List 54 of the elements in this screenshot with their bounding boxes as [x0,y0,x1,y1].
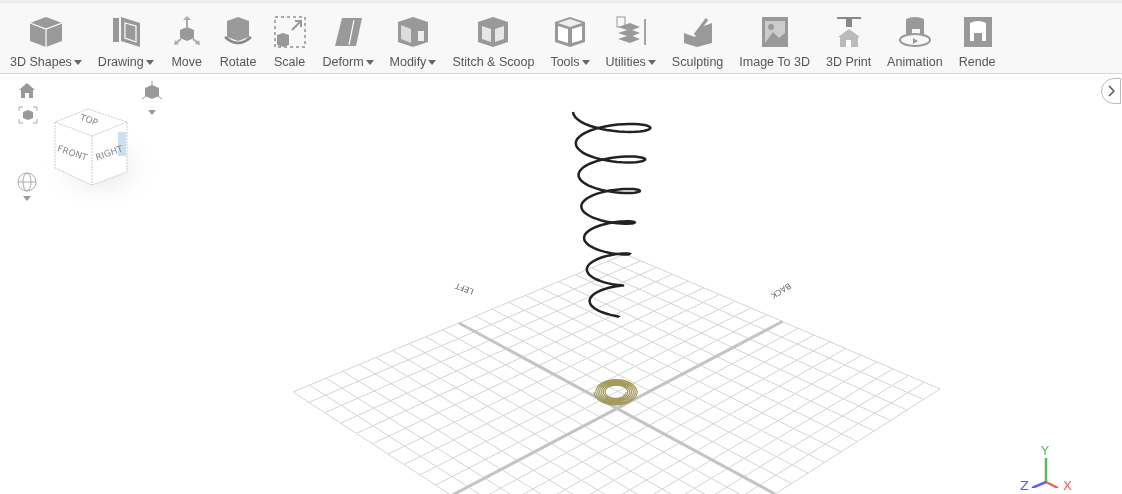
fit-view-icon[interactable] [18,106,38,124]
toolbar-label: Utilities [605,55,656,69]
toolbar-label: Rende [958,55,996,69]
toolbar-label: Deform [322,55,374,69]
toolbar-label: Rotate [219,55,257,69]
x-axis-label: X [1063,478,1072,493]
toolbar-label: Drawing [97,55,154,69]
toolbar-button[interactable]: 3D Shapes [4,3,88,73]
home-icon[interactable] [18,82,36,99]
toolbar-button[interactable]: Utilities [599,3,662,73]
toolbar-button[interactable]: Sculpting [665,3,730,73]
hollow-cube-icon [395,15,430,49]
caret-icon [581,59,590,65]
toolbar-button[interactable]: 3D Print [819,3,878,73]
open-cube-icon [552,15,587,49]
toolbar-label: Image To 3D [739,55,810,69]
toolbar-button[interactable]: Modify [383,3,443,73]
toolbar-button[interactable]: Animation [881,3,949,73]
toolbar-button[interactable]: Move [163,3,210,73]
toolbar-button[interactable]: Rende [952,3,1002,73]
toolbar-label: Move [171,55,202,69]
toolbar-label: Animation [887,55,943,69]
expand-panel-button[interactable] [1101,78,1121,104]
caret-icon [73,59,82,65]
view-mode-icon[interactable] [141,81,163,117]
toolbar-button[interactable]: Scale [266,3,313,73]
spiral-shadow [593,379,638,406]
chevron-right-icon [1107,85,1115,97]
toolbar-label: Sculpting [671,55,724,69]
toolbar-button[interactable]: Stitch & Scoop [446,3,541,73]
toolbar-button[interactable]: Image To 3D [733,3,816,73]
toolbar-button[interactable]: Tools [544,3,596,73]
toolbar-label: 3D Shapes [10,55,82,69]
toolbar-button[interactable]: Rotate [213,3,263,73]
toolbar-label: 3D Print [825,55,872,69]
cube-face-label: TOP [78,112,100,128]
framed-cube-icon [476,15,511,49]
toolbar-label: Tools [550,55,590,69]
cube-face-label: FRONT [56,143,89,163]
cube-icon [27,15,64,49]
toolbar-button[interactable]: Drawing [91,3,160,73]
caret-icon [365,59,374,65]
caret-icon [145,59,154,65]
toolbar-label: Modify [389,55,437,69]
toolbar-button[interactable]: Deform [316,3,380,73]
y-axis-label: Y [1041,443,1049,458]
scale-icon [272,15,307,49]
caret-icon [428,59,437,65]
toolbar-label: Stitch & Scoop [452,55,535,69]
grid-direction-label: LEFT [454,281,475,296]
toolbar-label: Scale [273,55,306,69]
caret-icon [647,59,656,65]
slanted-block-icon [332,15,365,49]
z-axis-label: Z [1020,478,1029,493]
